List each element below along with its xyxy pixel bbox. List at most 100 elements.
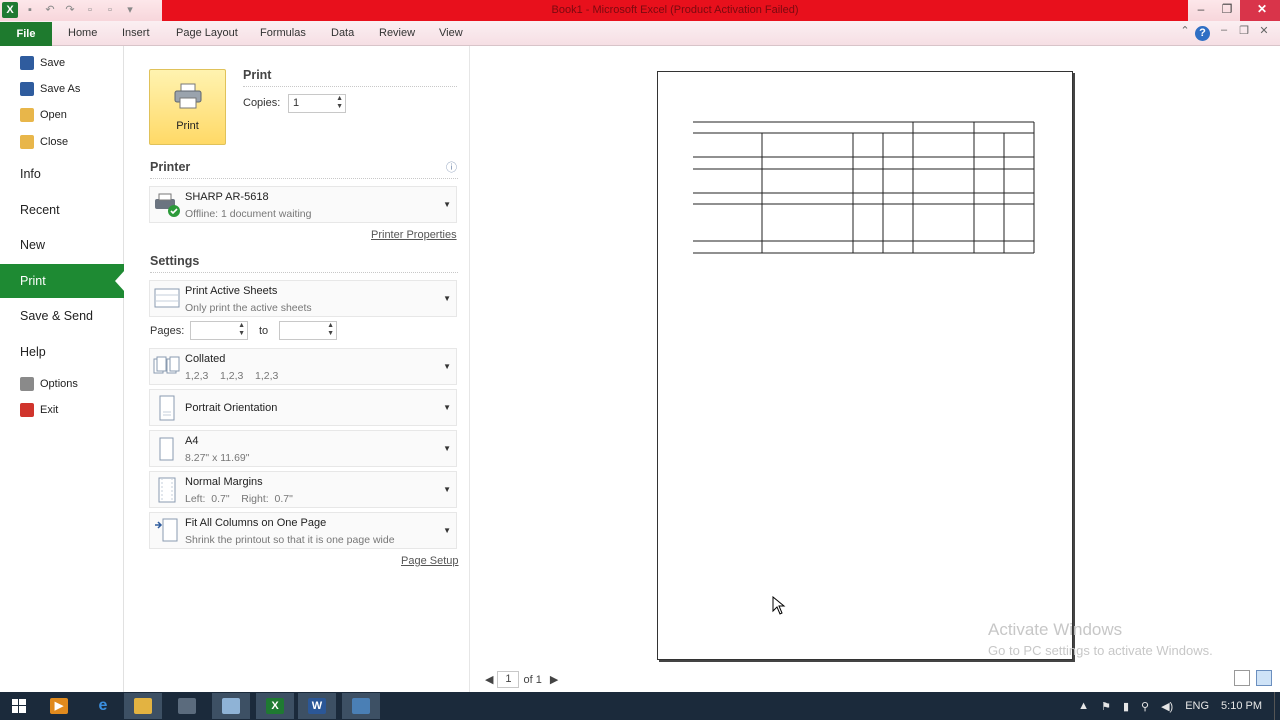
printer-offline-icon: [155, 193, 180, 217]
tab-insert[interactable]: Insert: [122, 27, 150, 39]
nav-options[interactable]: Options: [0, 377, 124, 391]
language-indicator[interactable]: ENG: [1185, 700, 1209, 712]
restore-icon[interactable]: ❐: [1214, 0, 1240, 21]
nav-help[interactable]: Help: [0, 343, 124, 361]
stepper-arrows-icon[interactable]: ▲ ▼: [336, 95, 343, 111]
options-icon: [20, 377, 34, 391]
minimize-icon[interactable]: –: [1188, 0, 1214, 21]
print-scope-dropdown[interactable]: Print Active Sheets Only print the activ…: [149, 280, 457, 317]
volume-icon[interactable]: ◀): [1161, 700, 1173, 713]
printer-icon: [174, 83, 201, 109]
nav-options-label: Options: [40, 378, 78, 390]
info-icon[interactable]: ⓘ: [446, 159, 457, 175]
close-window-icon[interactable]: ✕: [1240, 0, 1280, 21]
tab-file[interactable]: File: [0, 22, 52, 46]
stepper-arrows-icon[interactable]: ▲ ▼: [327, 322, 334, 338]
preview-table-grid: [693, 121, 1035, 254]
ribbon-tabs: File Home Insert Page Layout Formulas Da…: [0, 21, 1280, 46]
printer-name: SHARP AR-5618: [185, 191, 269, 203]
sheets-icon: [154, 288, 180, 308]
print-scope-main: Print Active Sheets: [185, 285, 278, 297]
help-icon[interactable]: ?: [1195, 26, 1210, 41]
activate-windows-sub: Go to PC settings to activate Windows.: [988, 643, 1213, 658]
pages-label: Pages:: [150, 325, 185, 337]
tab-formulas[interactable]: Formulas: [260, 27, 306, 39]
next-page-icon[interactable]: ▶: [550, 673, 558, 686]
nav-save[interactable]: Save: [0, 56, 124, 70]
stepper-arrows-icon[interactable]: ▲ ▼: [238, 322, 245, 338]
nav-close[interactable]: Close: [0, 135, 124, 149]
start-button[interactable]: [0, 693, 38, 719]
customize-qat-icon[interactable]: ▾: [122, 2, 138, 18]
printer-dropdown[interactable]: SHARP AR-5618 Offline: 1 document waitin…: [149, 186, 457, 223]
redo-icon[interactable]: ↷: [62, 2, 78, 18]
word-icon: W: [308, 698, 326, 714]
collation-dropdown[interactable]: Collated 1,2,3 1,2,3 1,2,3 ▼: [149, 348, 457, 385]
previous-page-icon[interactable]: ◀: [485, 673, 493, 686]
print-preview-icon[interactable]: ▫: [82, 2, 98, 18]
ribbon-right-icons: ⌃ ? – ❐ ✕: [1175, 24, 1274, 41]
taskbar-excel[interactable]: X: [256, 693, 294, 719]
zoom-to-page-icon[interactable]: [1256, 670, 1272, 686]
tab-page-layout[interactable]: Page Layout: [176, 27, 238, 39]
taskbar-internet-explorer[interactable]: e: [84, 693, 122, 719]
nav-new[interactable]: New: [0, 236, 124, 254]
windows-taskbar: ▶ e X W ▲ ⚑ ▮ ⚲ ◀) ENG 5:10 PM: [0, 692, 1280, 720]
show-margins-icon[interactable]: [1234, 670, 1250, 686]
scaling-dropdown[interactable]: Fit All Columns on One Page Shrink the p…: [149, 512, 457, 549]
collapse-ribbon-icon[interactable]: ⌃: [1175, 24, 1195, 41]
nav-recent[interactable]: Recent: [0, 201, 124, 219]
save-icon[interactable]: ▪: [22, 2, 38, 18]
printer-properties-link[interactable]: Printer Properties: [371, 229, 457, 241]
nav-exit-label: Exit: [40, 404, 59, 416]
undo-icon[interactable]: ↶: [42, 2, 58, 18]
taskbar-calculator[interactable]: [168, 693, 206, 719]
tab-home[interactable]: Home: [68, 27, 97, 39]
nav-print[interactable]: Print: [0, 264, 125, 298]
collated-icon: [153, 356, 180, 374]
nav-save-as[interactable]: Save As: [0, 82, 124, 96]
margins-icon: [158, 477, 176, 503]
tab-review[interactable]: Review: [379, 27, 415, 39]
workbook-close-icon[interactable]: ✕: [1254, 24, 1274, 41]
current-page-input[interactable]: 1: [497, 671, 520, 688]
nav-open[interactable]: Open: [0, 108, 124, 122]
mouse-cursor-icon: [772, 596, 786, 615]
nav-save-send[interactable]: Save & Send: [0, 307, 124, 325]
page-setup-link[interactable]: Page Setup: [401, 555, 459, 567]
nav-close-label: Close: [40, 136, 69, 148]
collation-main: Collated: [185, 353, 226, 365]
workbook-minimize-icon[interactable]: –: [1214, 24, 1234, 41]
taskbar-window[interactable]: [212, 693, 250, 719]
tab-view[interactable]: View: [439, 27, 463, 39]
battery-icon[interactable]: ▮: [1123, 700, 1129, 713]
taskbar-keyboard[interactable]: [342, 693, 380, 719]
nav-info[interactable]: Info: [0, 165, 124, 183]
show-desktop-button[interactable]: [1274, 692, 1280, 720]
excel-logo-icon[interactable]: X: [2, 2, 18, 18]
print-button[interactable]: Print: [149, 69, 226, 145]
nav-exit[interactable]: Exit: [0, 403, 124, 417]
taskbar-media-player[interactable]: ▶: [40, 693, 78, 719]
chevron-down-icon: ▼: [443, 403, 451, 412]
tab-data[interactable]: Data: [331, 27, 354, 39]
network-icon[interactable]: ⚲: [1141, 700, 1149, 713]
pages-from-input[interactable]: ▲ ▼: [190, 321, 248, 340]
preview-page: [657, 71, 1073, 660]
action-center-flag-icon[interactable]: ⚑: [1101, 700, 1111, 713]
taskbar-file-explorer[interactable]: [124, 693, 162, 719]
orientation-dropdown[interactable]: Portrait Orientation ▼: [149, 389, 457, 426]
backstage-nav: Save Save As Open Close Info Recent New …: [0, 46, 125, 692]
quick-print-icon[interactable]: ▫: [102, 2, 118, 18]
pages-to-input[interactable]: ▲ ▼: [279, 321, 337, 340]
taskbar-word[interactable]: W: [298, 693, 336, 719]
clock[interactable]: 5:10 PM: [1221, 700, 1262, 712]
nav-save-label: Save: [40, 57, 66, 69]
paper-size-dropdown[interactable]: A4 8.27" x 11.69" ▼: [149, 430, 457, 467]
workbook-restore-icon[interactable]: ❐: [1234, 24, 1254, 41]
print-settings-panel: Print Print Copies: 1 ▲ ▼ Printer ⓘ SHARP…: [124, 46, 470, 692]
file-explorer-icon: [134, 698, 152, 714]
tray-overflow-icon[interactable]: ▲: [1078, 700, 1089, 712]
margins-dropdown[interactable]: Normal Margins Left: 0.7" Right: 0.7" ▼: [149, 471, 457, 508]
copies-stepper[interactable]: 1 ▲ ▼: [288, 94, 346, 113]
